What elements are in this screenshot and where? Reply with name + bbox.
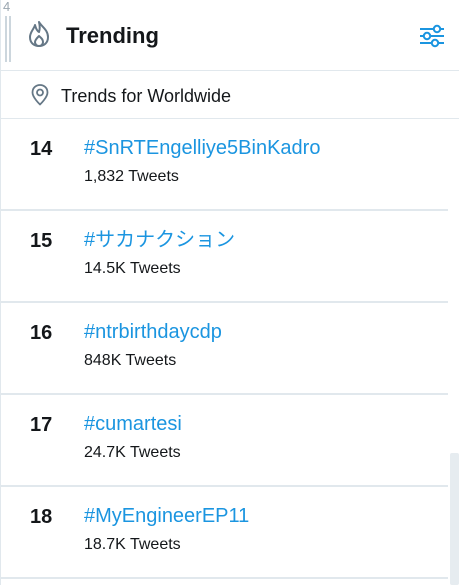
trend-tweet-count: 848K Tweets	[84, 352, 177, 369]
flame-icon	[26, 20, 52, 48]
location-label: Trends for Worldwide	[61, 86, 232, 106]
trend-name-link[interactable]: #サカナクション	[84, 227, 235, 253]
trend-rank: 18	[30, 506, 53, 528]
trend-rank: 16	[30, 322, 53, 344]
location-bar[interactable]: Trends for Worldwide	[0, 71, 459, 119]
trend-tweet-count: 14.5K Tweets	[84, 260, 181, 277]
trend-tweet-count: 1,832 Tweets	[84, 168, 179, 185]
trend-rank: 15	[30, 230, 53, 252]
trend-tweet-count: 24.7K Tweets	[84, 444, 181, 461]
trending-column: Trending 4 Trends for Worldwide 14 #SnRT…	[0, 0, 459, 585]
trend-list: 14 #SnRTEngelliye5BinKadro 1,832 Tweets …	[0, 119, 459, 585]
trend-name-link[interactable]: #MyEngineerEP11	[84, 503, 249, 529]
map-pin-icon	[30, 83, 50, 107]
column-title: Trending	[66, 23, 159, 48]
trend-item[interactable]: 15 #サカナクション 14.5K Tweets	[0, 211, 448, 303]
sliders-icon[interactable]	[417, 22, 447, 50]
trend-item[interactable]: 14 #SnRTEngelliye5BinKadro 1,832 Tweets	[0, 119, 448, 211]
trend-tweet-count: 18.7K Tweets	[84, 536, 181, 553]
column-number: 4	[3, 0, 11, 14]
drag-handle-icon[interactable]	[5, 16, 12, 62]
trend-rank: 14	[30, 138, 53, 160]
trend-item[interactable]: 18 #MyEngineerEP11 18.7K Tweets	[0, 487, 448, 579]
trend-item[interactable]: 16 #ntrbirthdaycdp 848K Tweets	[0, 303, 448, 395]
trend-name-link[interactable]: #SnRTEngelliye5BinKadro	[84, 135, 320, 161]
trend-name-link[interactable]: #cumartesi	[84, 411, 182, 437]
trend-rank: 17	[30, 414, 53, 436]
trend-item[interactable]: 17 #cumartesi 24.7K Tweets	[0, 395, 448, 487]
scrollbar-thumb[interactable]	[450, 453, 459, 585]
trend-name-link[interactable]: #ntrbirthdaycdp	[84, 319, 222, 345]
column-header: Trending	[0, 0, 459, 71]
